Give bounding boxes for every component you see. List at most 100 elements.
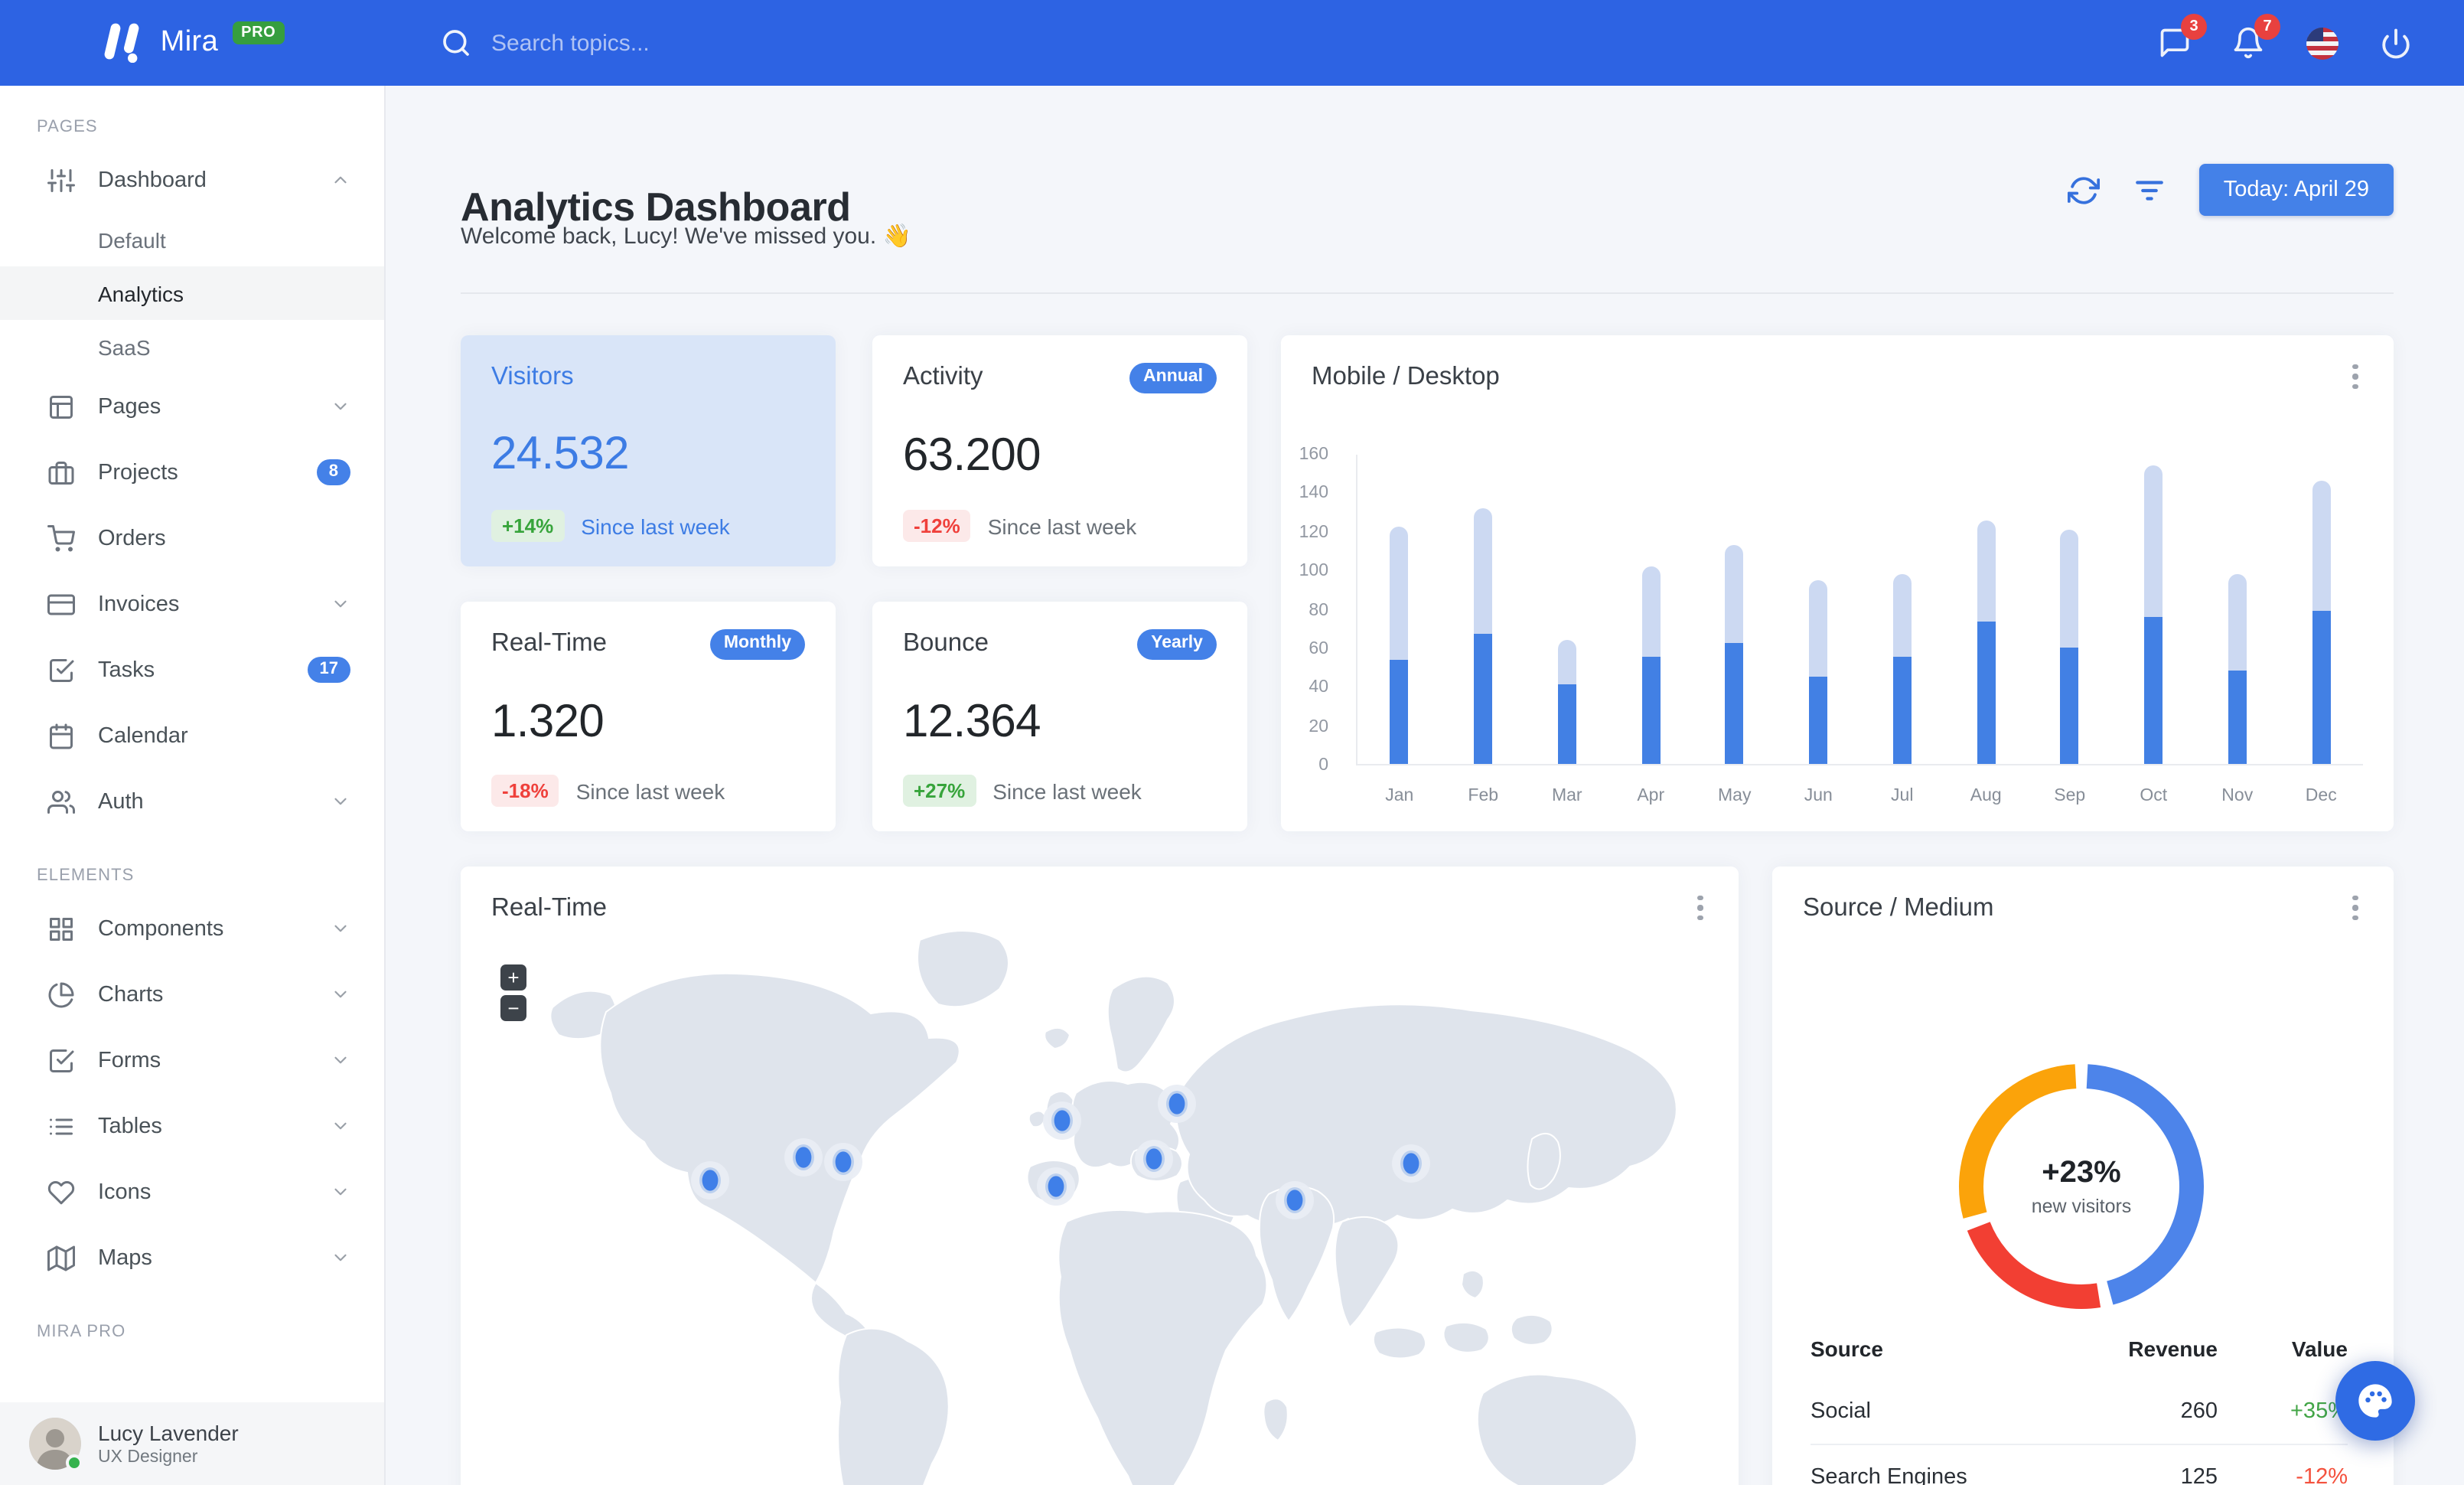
source-medium-card: Source / Medium +23% new visitors Source…	[1772, 867, 2394, 1485]
list-icon	[47, 1112, 75, 1140]
online-status-dot	[66, 1454, 83, 1471]
map-marker-san-francisco[interactable]	[691, 1161, 729, 1199]
y-tick-label: 100	[1299, 562, 1328, 581]
bar-jan[interactable]: Jan	[1357, 455, 1442, 805]
y-tick-label: 120	[1299, 523, 1328, 542]
mobile-desktop-chart-card: Mobile / Desktop 0 20 40 60 80 100 120 140 160 J…	[1281, 335, 2394, 831]
x-tick-label: Oct	[2140, 787, 2168, 805]
map-marker-madrid[interactable]	[1037, 1167, 1075, 1206]
sidebar-item-tasks[interactable]: Tasks 17	[0, 637, 384, 703]
map-marker-chicago[interactable]	[784, 1138, 823, 1177]
sidebar-item-charts[interactable]: Charts	[0, 961, 384, 1027]
bar-oct[interactable]: Oct	[2112, 455, 2196, 805]
desktop-segment	[2228, 573, 2247, 671]
sidebar-item-pages[interactable]: Pages	[0, 374, 384, 439]
sidebar-item-maps[interactable]: Maps	[0, 1225, 384, 1291]
sidebar-user-footer[interactable]: Lucy Lavender UX Designer	[0, 1402, 384, 1485]
y-tick-label: 140	[1299, 484, 1328, 503]
stat-period-badge[interactable]: Yearly	[1137, 629, 1217, 659]
sidebar-item-tables[interactable]: Tables	[0, 1093, 384, 1159]
brand[interactable]: Mira PRO	[0, 21, 386, 63]
language-button[interactable]	[2303, 24, 2340, 61]
bar-mar[interactable]: Mar	[1525, 455, 1609, 805]
bar-feb[interactable]: Feb	[1442, 455, 1526, 805]
bar-aug[interactable]: Aug	[1944, 455, 2029, 805]
refresh-button[interactable]	[2068, 173, 2101, 207]
check-square-icon	[47, 1046, 75, 1074]
bar-sep[interactable]: Sep	[2028, 455, 2112, 805]
sidebar-item-forms[interactable]: Forms	[0, 1027, 384, 1093]
sidebar-subitem-default[interactable]: Default	[0, 213, 384, 266]
sidebar-item-invoices[interactable]: Invoices	[0, 571, 384, 637]
sidebar-item-dashboard[interactable]: Dashboard	[0, 147, 384, 213]
sidebar-item-label: Dashboard	[98, 168, 207, 192]
bar-jul[interactable]: Jul	[1860, 455, 1944, 805]
stat-caption: Since last week	[575, 778, 725, 803]
x-tick-label: May	[1718, 787, 1752, 805]
card-menu-button[interactable]	[1687, 891, 1714, 925]
map-marker-new-york[interactable]	[824, 1143, 862, 1181]
map-marker-moscow[interactable]	[1158, 1085, 1196, 1123]
stacked-bar	[2312, 480, 2331, 764]
chevron-down-icon	[331, 1050, 350, 1070]
chevron-down-icon	[331, 791, 350, 811]
chevron-down-icon	[331, 1116, 350, 1136]
map-zoom-in-button[interactable]: +	[500, 964, 526, 991]
theme-settings-button[interactable]	[2335, 1361, 2415, 1441]
logout-button[interactable]	[2377, 24, 2413, 61]
mira-logo-icon	[101, 23, 147, 63]
sidebar-item-auth[interactable]: Auth	[0, 769, 384, 834]
header-divider	[461, 292, 2394, 294]
stat-delta-badge: +14%	[491, 510, 565, 542]
y-axis-ticks: 0 20 40 60 80 100 120 140 160	[1281, 445, 1344, 775]
bar-may[interactable]: May	[1693, 455, 1777, 805]
donut-slice-search-engines[interactable]	[1967, 1221, 2101, 1309]
chevron-down-icon	[331, 984, 350, 1004]
stat-period-badge[interactable]: Annual	[1129, 363, 1217, 393]
y-tick-label: 40	[1309, 678, 1328, 697]
map-marker-beijing[interactable]	[1392, 1144, 1430, 1183]
sidebar-subitem-saas[interactable]: SaaS	[0, 320, 384, 374]
sidebar-subitem-analytics[interactable]: Analytics	[0, 266, 384, 320]
desktop-segment	[1641, 566, 1661, 658]
messages-count-badge: 3	[2181, 14, 2207, 40]
table-row-social: Social 260 +35%	[1811, 1378, 2348, 1444]
grid-icon	[47, 915, 75, 942]
map-marker-istanbul[interactable]	[1135, 1140, 1173, 1178]
top-navbar: Mira PRO 3 7	[0, 0, 2464, 86]
map-marker-london[interactable]	[1043, 1102, 1081, 1140]
notifications-button[interactable]: 7	[2230, 14, 2280, 61]
stacked-bar	[1557, 639, 1576, 764]
sidebar-item-components[interactable]: Components	[0, 896, 384, 961]
map-zoom-out-button[interactable]: −	[500, 995, 526, 1021]
sidebar-item-icons[interactable]: Icons	[0, 1159, 384, 1225]
stacked-bar	[1474, 508, 1493, 764]
card-menu-button[interactable]	[2342, 360, 2369, 393]
date-range-button[interactable]: Today: April 29	[2198, 164, 2394, 216]
mobile-segment	[1474, 634, 1493, 764]
filter-button[interactable]	[2133, 173, 2167, 207]
avatar	[29, 1418, 83, 1471]
sidebar-item-calendar[interactable]: Calendar	[0, 703, 384, 769]
sidebar-item-projects[interactable]: Projects 8	[0, 439, 384, 505]
bar-jun[interactable]: Jun	[1777, 455, 1861, 805]
bar-apr[interactable]: Apr	[1609, 455, 1693, 805]
bar-nov[interactable]: Nov	[2195, 455, 2280, 805]
stacked-bar	[2228, 573, 2247, 764]
stat-period-badge[interactable]: Monthly	[709, 629, 805, 659]
messages-button[interactable]: 3	[2156, 14, 2207, 61]
x-tick-label: Mar	[1551, 787, 1582, 805]
mobile-segment	[1557, 684, 1576, 764]
stat-value: 63.200	[903, 429, 1041, 480]
desktop-segment	[1892, 573, 1912, 658]
search-input[interactable]	[488, 28, 856, 57]
x-tick-label: Apr	[1637, 787, 1665, 805]
map-marker-delhi[interactable]	[1276, 1181, 1314, 1219]
stat-title: Visitors	[491, 363, 574, 390]
sidebar-item-label: Pages	[98, 394, 161, 419]
sidebar-item-orders[interactable]: Orders	[0, 505, 384, 571]
mobile-segment	[2312, 610, 2331, 764]
header-actions: Today: April 29	[2068, 164, 2394, 216]
col-header-revenue: Revenue	[2128, 1336, 2218, 1361]
bar-dec[interactable]: Dec	[2280, 455, 2364, 805]
